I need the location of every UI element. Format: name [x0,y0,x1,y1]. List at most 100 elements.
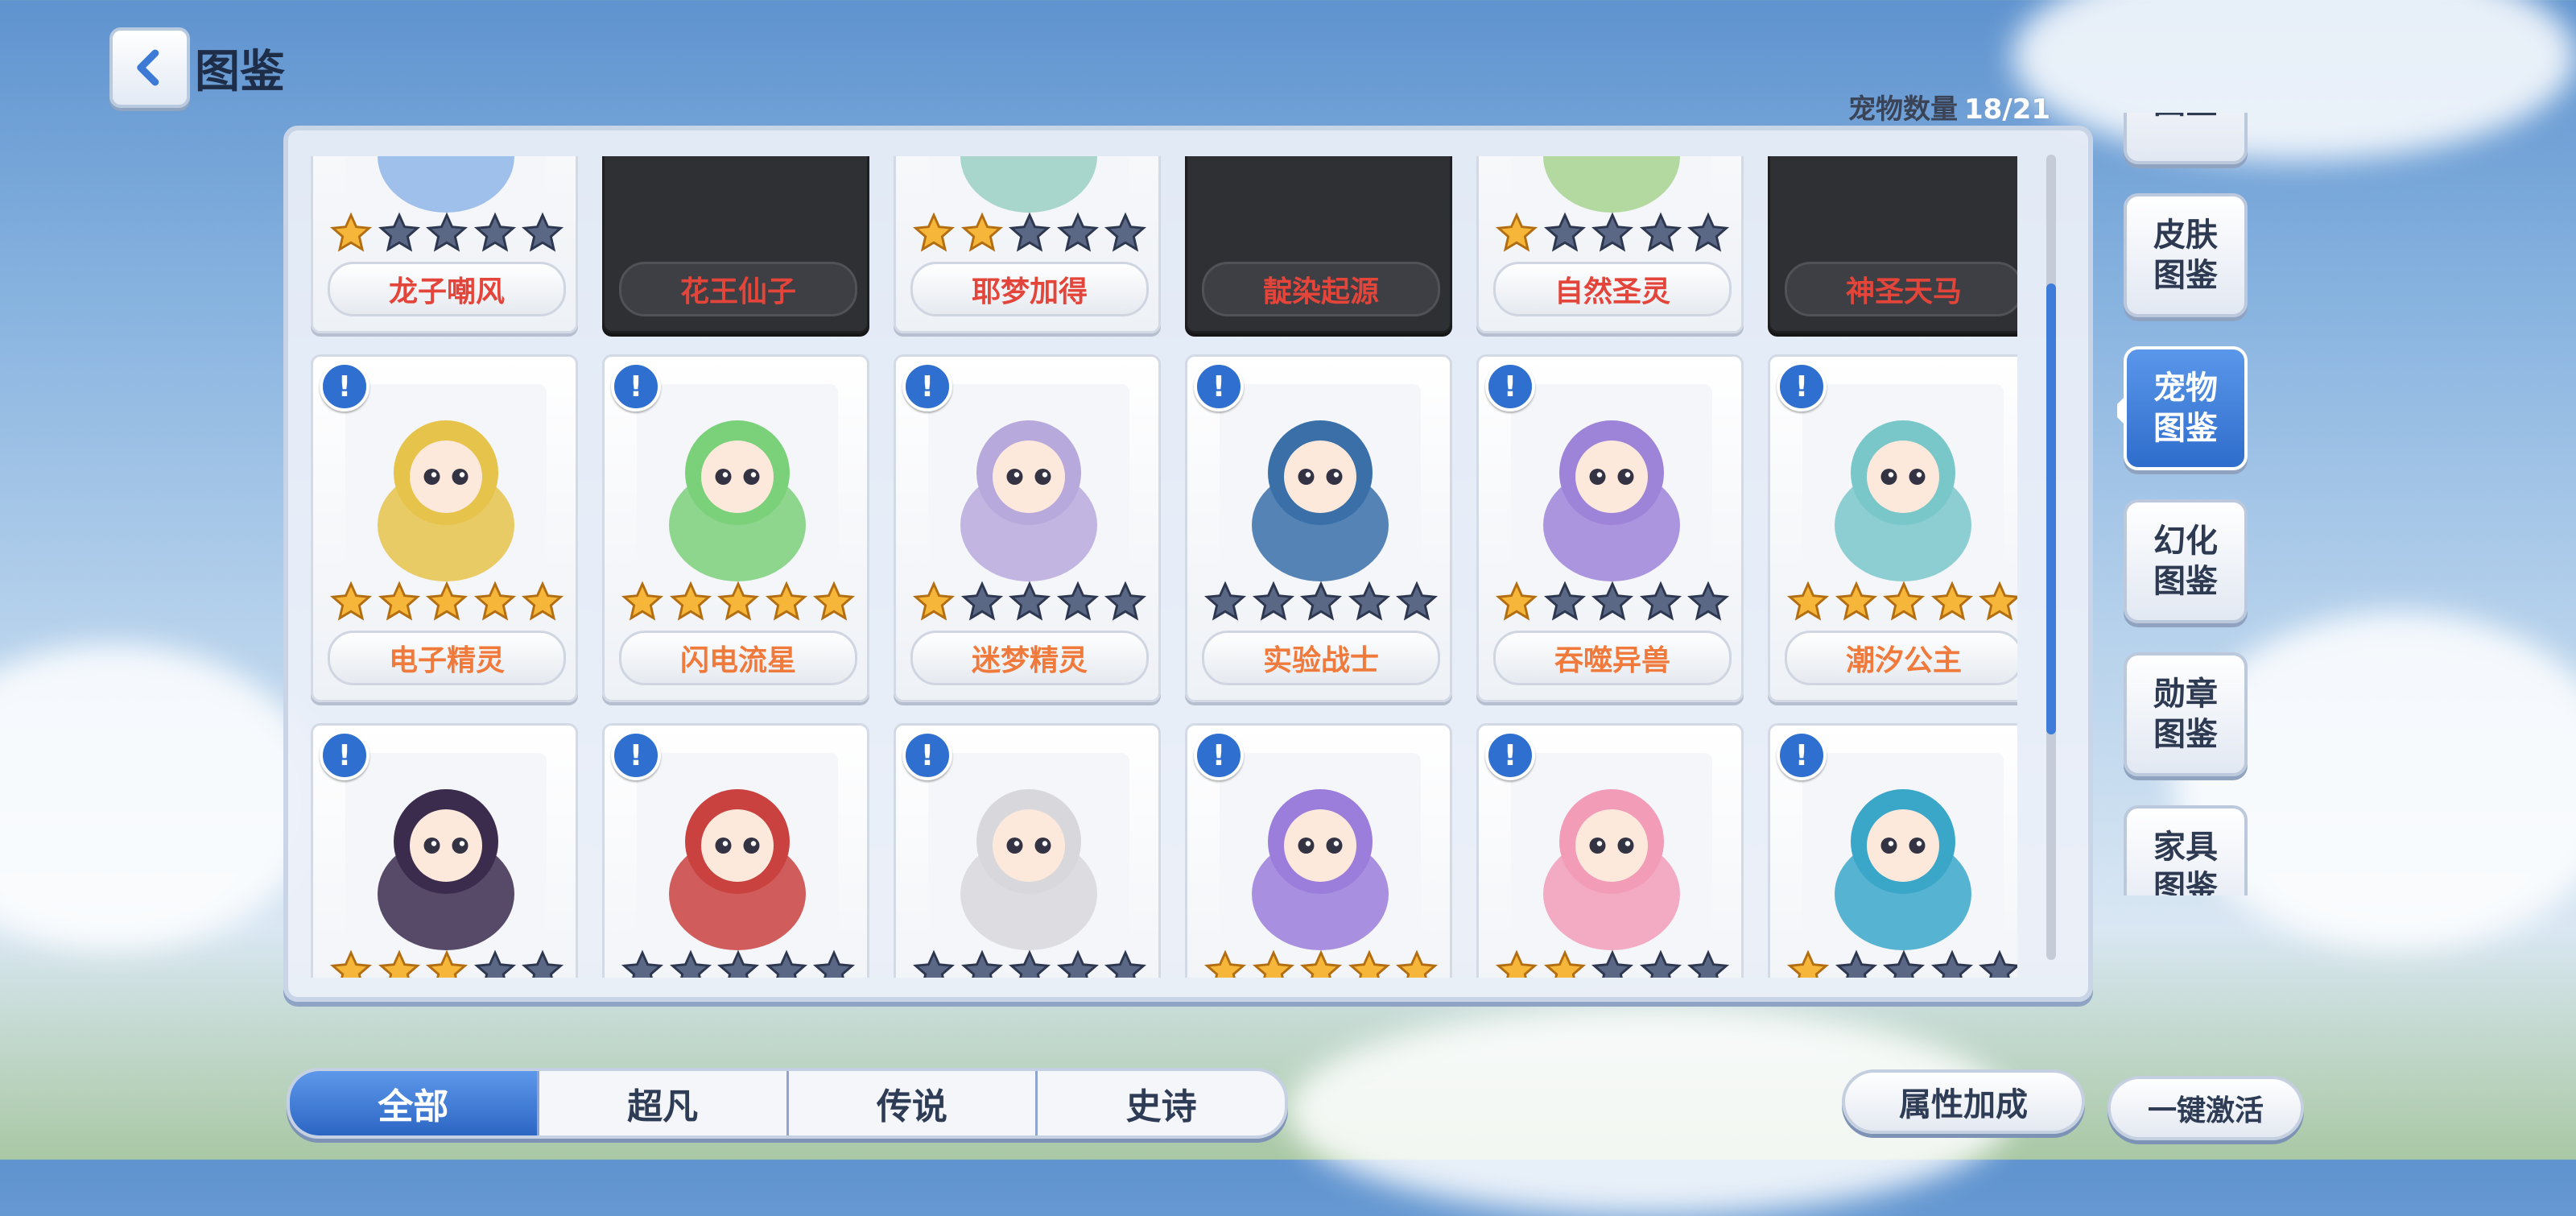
pet-card[interactable]: 耶梦加得 [894,156,1161,333]
star-filled-icon [425,581,469,621]
tab-transcendent[interactable]: 超凡 [539,1071,789,1135]
star-empty-icon [1056,581,1099,621]
star-rating [1203,949,1439,978]
star-empty-icon [1008,581,1051,621]
star-filled-icon [1299,949,1343,978]
attribute-bonus-button[interactable]: 属性加成 [1842,1069,2085,1134]
exclamation-icon[interactable]: ! [902,730,952,780]
star-filled-icon [621,581,664,621]
star-empty-icon [669,949,712,978]
pet-card[interactable]: !芙拉尔 [311,723,578,978]
star-empty-icon [1639,212,1682,252]
star-empty-icon [1591,212,1634,252]
exclamation-icon[interactable]: ! [320,730,369,780]
pet-portrait [928,753,1129,954]
star-rating [912,949,1147,978]
star-rating [1495,949,1730,978]
pet-card[interactable]: 花王仙子 [602,156,869,333]
star-filled-icon [473,581,516,621]
exclamation-icon[interactable]: ! [1485,730,1535,780]
exclamation-icon[interactable]: ! [902,362,952,412]
side-tab-skin[interactable]: 皮肤图鉴 [2124,193,2248,317]
star-empty-icon [1252,581,1294,621]
star-empty-icon [960,949,1003,978]
pet-name: 吞噬异兽 [1493,631,1732,685]
pet-grid-viewport[interactable]: 龙子嘲风 花王仙子 耶梦加得 靛染起源 自然圣灵 神圣天马! 电子精灵 ! 闪电流星! 迷梦精灵!… [311,156,2017,978]
pet-name: 神圣天马 [1785,262,2017,316]
star-empty-icon [473,212,516,252]
pet-card[interactable]: !扶桑 [1185,723,1452,978]
star-empty-icon [1835,949,1877,978]
side-tab-furniture[interactable]: 家具图鉴 [2124,805,2248,895]
star-empty-icon [765,949,807,978]
star-filled-icon [1930,581,1973,621]
star-empty-icon [1008,949,1051,978]
star-empty-icon [1299,581,1343,621]
star-empty-icon [1543,212,1586,252]
pet-portrait [637,384,838,585]
pet-portrait [637,753,838,954]
pet-card[interactable]: ! 实验战士 [1185,354,1452,702]
pet-portrait [1802,753,2004,954]
pet-card[interactable]: 神圣天马 [1768,156,2017,333]
star-empty-icon [1882,949,1926,978]
pet-card[interactable]: ! 电子精灵 [311,354,578,702]
exclamation-icon[interactable]: ! [611,730,661,780]
star-filled-icon [378,581,420,621]
pet-card[interactable]: 靛染起源 [1185,156,1452,333]
pet-portrait [1511,753,1712,954]
pet-name: 电子精灵 [328,631,566,685]
pet-name: 花王仙子 [619,262,857,316]
pet-card[interactable]: 自然圣灵 [1476,156,1744,333]
pet-collection-panel: 龙子嘲风 花王仙子 耶梦加得 靛染起源 自然圣灵 神圣天马! 电子精灵 ! 闪电流星! 迷梦精灵!… [283,126,2093,1002]
side-tab-transform[interactable]: 幻化图鉴 [2124,499,2248,623]
star-filled-icon [1495,581,1538,621]
star-empty-icon [1686,949,1730,978]
back-button[interactable] [109,27,190,108]
pet-card[interactable]: ! 吞噬异兽 [1476,354,1744,702]
star-rating [621,581,856,624]
exclamation-icon[interactable]: ! [320,362,369,412]
pet-name: 耶梦加得 [910,262,1149,316]
star-filled-icon [1786,949,1830,978]
exclamation-icon[interactable]: ! [1194,730,1244,780]
pet-card[interactable]: ! 闪电流星 [602,354,869,702]
side-tab-label: 皮肤图鉴 [2153,217,2218,294]
star-empty-icon [1686,581,1730,621]
pet-card[interactable]: !机械幻影 [894,723,1161,978]
pet-card[interactable]: !勿忘蛛 [602,723,869,978]
pet-portrait [345,753,547,954]
scrollbar[interactable] [2046,155,2056,960]
exclamation-icon[interactable]: ! [1777,362,1827,412]
tab-all[interactable]: 全部 [290,1071,539,1135]
pet-card[interactable]: !炫羽华光 [1768,723,2017,978]
side-tab-pet[interactable]: 宠物图鉴 [2117,346,2248,470]
activate-all-button[interactable]: 一键激活 [2107,1076,2304,1140]
tab-epic[interactable]: 史诗 [1038,1071,1285,1135]
exclamation-icon[interactable]: ! [1485,362,1535,412]
side-tab-collection[interactable]: 图鉴 [2124,113,2248,164]
exclamation-icon[interactable]: ! [611,362,661,412]
pet-card[interactable]: ! 潮汐公主 [1768,354,2017,702]
star-empty-icon [473,949,516,978]
star-rating [329,949,564,978]
exclamation-icon[interactable]: ! [1777,730,1827,780]
star-empty-icon [1348,581,1390,621]
tab-legendary[interactable]: 传说 [789,1071,1038,1135]
side-tab-label: 勋章图鉴 [2153,676,2218,753]
star-filled-icon [812,581,856,621]
star-rating [329,212,564,255]
star-filled-icon [425,949,469,978]
pet-portrait [928,384,1129,585]
pet-portrait [928,156,1129,217]
star-rating [912,581,1147,624]
side-tab-medal[interactable]: 勋章图鉴 [2124,652,2248,776]
exclamation-icon[interactable]: ! [1194,362,1244,412]
pet-card[interactable]: ! 迷梦精灵 [894,354,1161,702]
star-empty-icon [1591,581,1634,621]
star-filled-icon [521,581,564,621]
pet-card[interactable]: !音阶 [1476,723,1744,978]
scrollbar-thumb[interactable] [2046,283,2056,734]
star-empty-icon [1930,949,1973,978]
pet-card[interactable]: 龙子嘲风 [311,156,578,333]
